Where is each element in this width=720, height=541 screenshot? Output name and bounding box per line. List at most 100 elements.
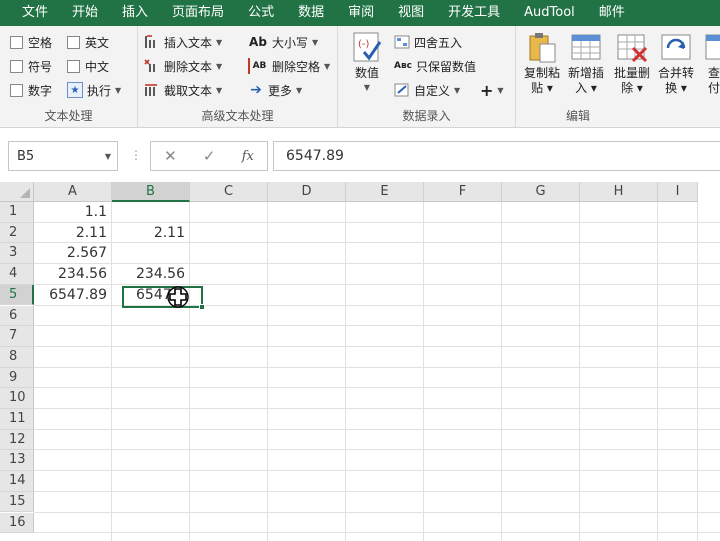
checkbox-space[interactable]: 空格: [10, 32, 52, 52]
row-header-8[interactable]: 8: [0, 346, 34, 368]
lookup-button[interactable]: 查付: [704, 30, 720, 96]
batch-delete-label: 批量删除 ▾: [614, 66, 651, 95]
tab-file[interactable]: 文件: [0, 0, 60, 26]
insert-text-icon: [144, 34, 160, 50]
spreadsheet-grid[interactable]: ABCDEFGHI 1 2 3 4 5 6 7 8 9 10 11 12 13 14 15 16 1.1 2.1…: [0, 182, 720, 541]
execute-button[interactable]: ★ 执行 ▼: [67, 80, 121, 100]
grid-row-line: [34, 490, 720, 492]
plus-button[interactable]: + ▼: [480, 80, 504, 100]
cursor-plus-icon: [167, 286, 189, 308]
formula-input[interactable]: 6547.89: [273, 141, 720, 171]
checkbox-english[interactable]: 英文: [67, 32, 109, 52]
fill-handle[interactable]: [199, 304, 205, 310]
row-header-10[interactable]: 10: [0, 388, 34, 409]
tab-page-layout[interactable]: 页面布局: [160, 0, 236, 26]
column-header-f[interactable]: F: [424, 182, 502, 202]
column-header-c[interactable]: C: [190, 182, 268, 202]
row-header-7[interactable]: 7: [0, 326, 34, 347]
keep-value-button[interactable]: Aʙc 只保留数值: [394, 56, 476, 76]
chevron-down-icon[interactable]: ▼: [105, 152, 111, 161]
column-header-h[interactable]: H: [580, 182, 658, 202]
tab-home[interactable]: 开始: [60, 0, 110, 26]
lookup-icon: [704, 30, 720, 64]
chevron-down-icon: ▼: [454, 85, 461, 95]
row-header-4[interactable]: 4: [0, 264, 34, 285]
new-insert-button[interactable]: 新增插入 ▾: [568, 30, 604, 96]
cell-a2[interactable]: 2.11: [34, 223, 112, 244]
star-icon: ★: [67, 82, 83, 98]
keep-value-icon: Aʙc: [394, 61, 412, 71]
column-header-g[interactable]: G: [502, 182, 580, 202]
ribbon: 空格 英文 符号 中文 数字 ★ 执行 ▼ 文本处理 插入文本 ▼ 删除文本 ▼…: [0, 26, 720, 128]
extract-text-icon: [144, 82, 160, 98]
merge-convert-button[interactable]: 合并转换 ▾: [658, 30, 694, 96]
ribbon-tab-bar: 文件 开始 插入 页面布局 公式 数据 审阅 视图 开发工具 AudTool 邮…: [0, 0, 720, 26]
delete-space-icon: AB: [248, 58, 268, 74]
checkbox-symbol[interactable]: 符号: [10, 56, 52, 76]
batch-delete-button[interactable]: 批量删除 ▾: [614, 30, 650, 96]
grid-row-line: [34, 345, 720, 347]
delete-space-button[interactable]: AB 删除空格 ▼: [248, 56, 330, 76]
copy-paste-button[interactable]: 复制粘贴 ▾: [524, 30, 560, 96]
row-header-14[interactable]: 14: [0, 471, 34, 492]
checkbox-number[interactable]: 数字: [10, 80, 52, 100]
cell-b2[interactable]: 2.11: [112, 223, 190, 244]
row-header-16[interactable]: 16: [0, 512, 34, 534]
name-box[interactable]: B5 ▼: [8, 141, 118, 171]
tab-mail[interactable]: 邮件: [587, 0, 637, 26]
round-button[interactable]: 四舍五入: [394, 32, 462, 52]
group-label-edit: 编辑: [565, 109, 590, 123]
row-header-2[interactable]: 2: [0, 222, 34, 244]
round-icon: [394, 34, 410, 50]
column-header-e[interactable]: E: [346, 182, 424, 202]
row-header-5[interactable]: 5: [0, 284, 34, 306]
grid-row-line: [34, 449, 720, 451]
delete-text-button[interactable]: 删除文本 ▼: [144, 56, 222, 76]
checkbox-icon: [10, 35, 23, 49]
cell-a1[interactable]: 1.1: [34, 202, 112, 223]
group-label-text-processing: 文本处理: [44, 109, 93, 123]
delete-space-label: 删除空格: [272, 59, 321, 74]
column-header-a[interactable]: A: [34, 182, 112, 202]
value-button[interactable]: (-) 数值 ▼: [350, 30, 384, 92]
row-header-15[interactable]: 15: [0, 491, 34, 513]
select-all-corner[interactable]: [0, 182, 34, 202]
cell-b4[interactable]: 234.56: [112, 264, 190, 285]
checkbox-chinese[interactable]: 中文: [67, 56, 109, 76]
tab-formulas[interactable]: 公式: [236, 0, 286, 26]
column-header-b[interactable]: B: [112, 182, 190, 202]
row-header-13[interactable]: 13: [0, 450, 34, 472]
row-header-12[interactable]: 12: [0, 429, 34, 451]
confirm-icon[interactable]: ✓: [203, 147, 216, 165]
batch-delete-icon: [615, 30, 649, 64]
row-header-1[interactable]: 1: [0, 202, 34, 223]
insert-text-button[interactable]: 插入文本 ▼: [144, 32, 222, 52]
extract-text-button[interactable]: 截取文本 ▼: [144, 80, 222, 100]
insert-function-icon[interactable]: fx: [242, 149, 254, 164]
tab-review[interactable]: 审阅: [336, 0, 386, 26]
cell-a3[interactable]: 2.567: [34, 243, 112, 264]
grid-row-line: [34, 408, 720, 409]
tab-view[interactable]: 视图: [386, 0, 436, 26]
new-insert-label: 新增插入 ▾: [568, 66, 605, 95]
row-header-3[interactable]: 3: [0, 243, 34, 265]
checkbox-icon: [10, 83, 23, 97]
cell-a5[interactable]: 6547.89: [34, 285, 112, 306]
row-header-6[interactable]: 6: [0, 305, 34, 327]
tab-developer[interactable]: 开发工具: [436, 0, 512, 26]
more-button[interactable]: ➔ 更多 ▼: [248, 80, 302, 100]
tab-insert[interactable]: 插入: [110, 0, 160, 26]
column-header-d[interactable]: D: [268, 182, 346, 202]
active-cell-border: [122, 286, 203, 308]
custom-button[interactable]: 自定义 ▼: [394, 80, 460, 100]
row-header-11[interactable]: 11: [0, 409, 34, 430]
chevron-down-icon: ▼: [216, 85, 223, 95]
tab-data[interactable]: 数据: [286, 0, 336, 26]
row-header-9[interactable]: 9: [0, 367, 34, 389]
case-button[interactable]: Ab 大小写 ▼: [248, 32, 318, 52]
delete-text-icon: [144, 58, 160, 74]
tab-audtool[interactable]: AudTool: [512, 0, 587, 26]
cancel-icon[interactable]: ✕: [164, 147, 177, 165]
column-header-i[interactable]: I: [658, 182, 698, 202]
cell-a4[interactable]: 234.56: [34, 264, 112, 285]
